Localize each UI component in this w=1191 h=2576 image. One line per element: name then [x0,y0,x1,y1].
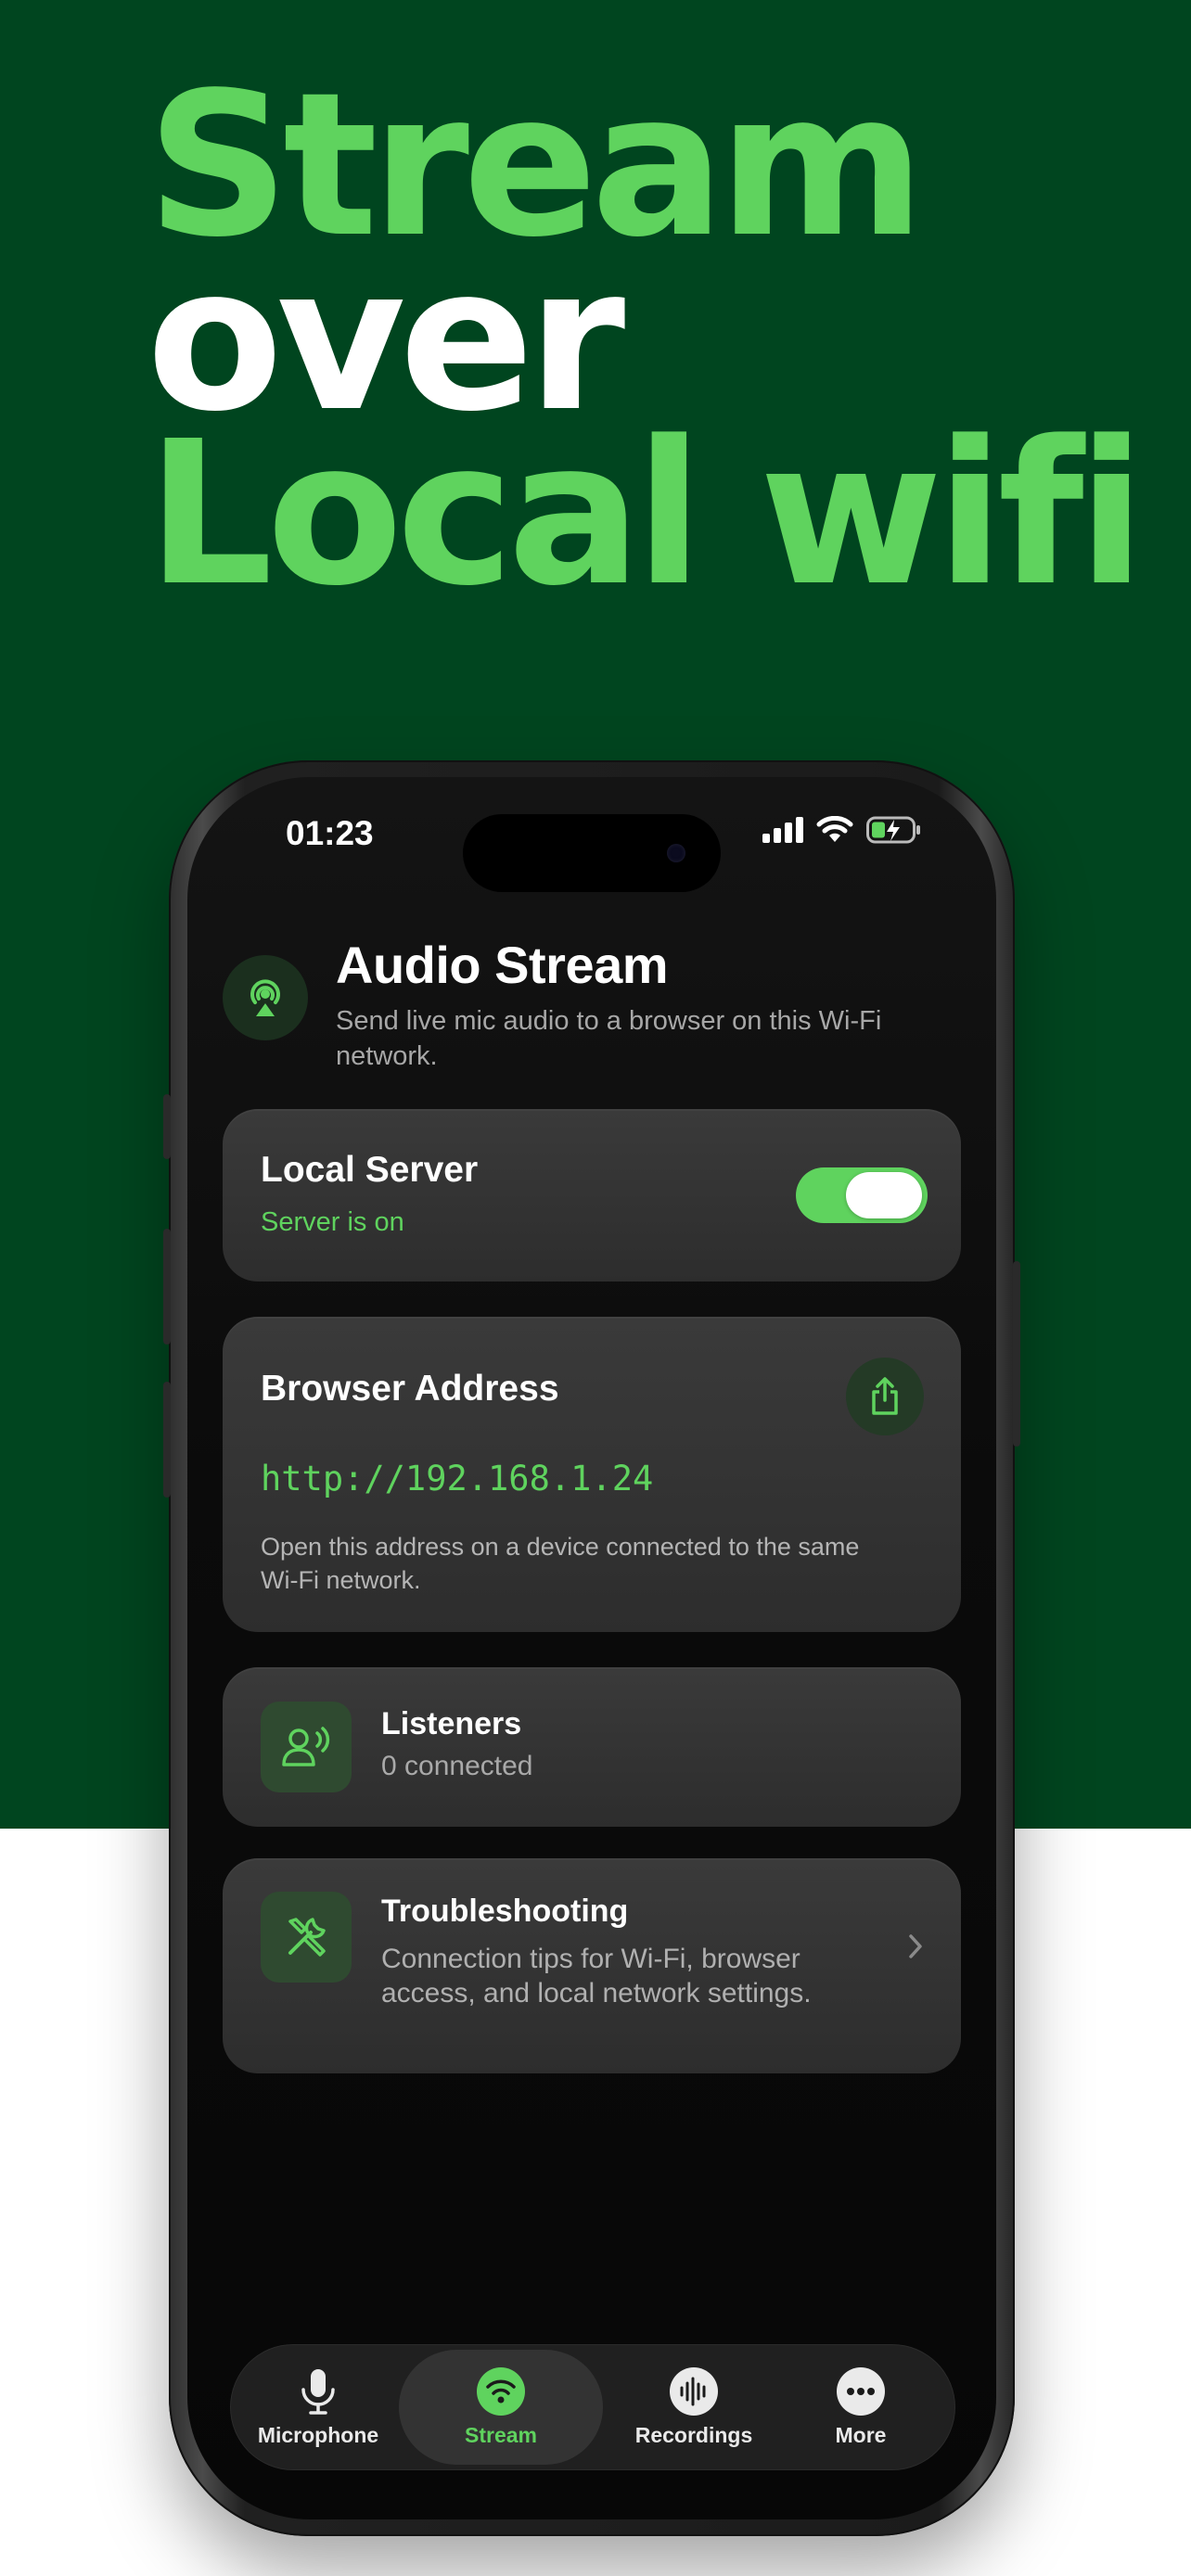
volume-up-button [163,1229,171,1345]
tab-stream-label: Stream [465,2422,537,2447]
share-icon [872,1377,898,1415]
server-toggle[interactable] [796,1167,928,1223]
volume-down-button [163,1382,171,1498]
microphone-icon [301,2368,335,2415]
server-status-text: Server is on [261,1207,404,1237]
tab-more-label: More [835,2422,887,2447]
waveform-icon [670,2366,718,2416]
cellular-signal-icon [762,817,803,843]
chevron-right-icon [909,1934,922,1958]
toggle-knob [846,1172,922,1218]
share-button[interactable] [846,1358,924,1435]
ellipsis-icon [837,2366,885,2416]
headline-line-3: Local wifi [147,399,1146,630]
broadcast-icon [223,955,308,1040]
tab-stream[interactable]: Stream [399,2350,603,2465]
status-time: 01:23 [286,814,374,852]
phone-screen: 01:23 Audio Stream Send live mic audio t… [187,777,996,2519]
tab-microphone-label: Microphone [257,2422,379,2447]
battery-charging-icon [866,816,920,844]
page-title: Audio Stream [336,936,669,994]
tools-icon [261,1892,352,1983]
page-subtitle: Send live mic audio to a browser on this… [336,1006,882,1071]
listeners-card: Listeners 0 connected [223,1667,961,1827]
browser-address-hint: Open this address on a device connected … [261,1533,860,1594]
status-icons [762,816,922,844]
camera-icon [667,844,685,862]
wifi-icon [477,2366,525,2416]
power-button [1013,1261,1020,1447]
hero-headline: Stream over Local wifi [147,67,1146,630]
troubleshooting-description: Connection tips for Wi-Fi, browser acces… [381,1944,812,2009]
phone-frame: 01:23 Audio Stream Send live mic audio t… [163,760,1020,2536]
browser-address-card: Browser Address http://192.168.1.24 Open… [223,1317,961,1632]
wifi-status-icon [816,816,853,842]
troubleshooting-card[interactable]: Troubleshooting Connection tips for Wi-F… [223,1858,961,2073]
listeners-title: Listeners [381,1706,522,1741]
browser-address-url[interactable]: http://192.168.1.24 [261,1459,653,1498]
local-server-title: Local Server [261,1150,479,1190]
tab-recordings-label: Recordings [634,2422,753,2447]
troubleshooting-title: Troubleshooting [381,1894,629,1929]
local-server-card: Local Server Server is on [223,1109,961,1282]
listeners-count: 0 connected [381,1751,533,1781]
tab-recordings[interactable]: Recordings [610,2344,777,2470]
tab-bar: Microphone Stream Recordings More [230,2344,955,2470]
listeners-icon [261,1702,352,1792]
action-button [163,1094,171,1159]
browser-address-title: Browser Address [261,1369,559,1409]
tab-more[interactable]: More [787,2344,935,2470]
tab-microphone[interactable]: Microphone [249,2344,388,2470]
dynamic-island [463,814,721,892]
